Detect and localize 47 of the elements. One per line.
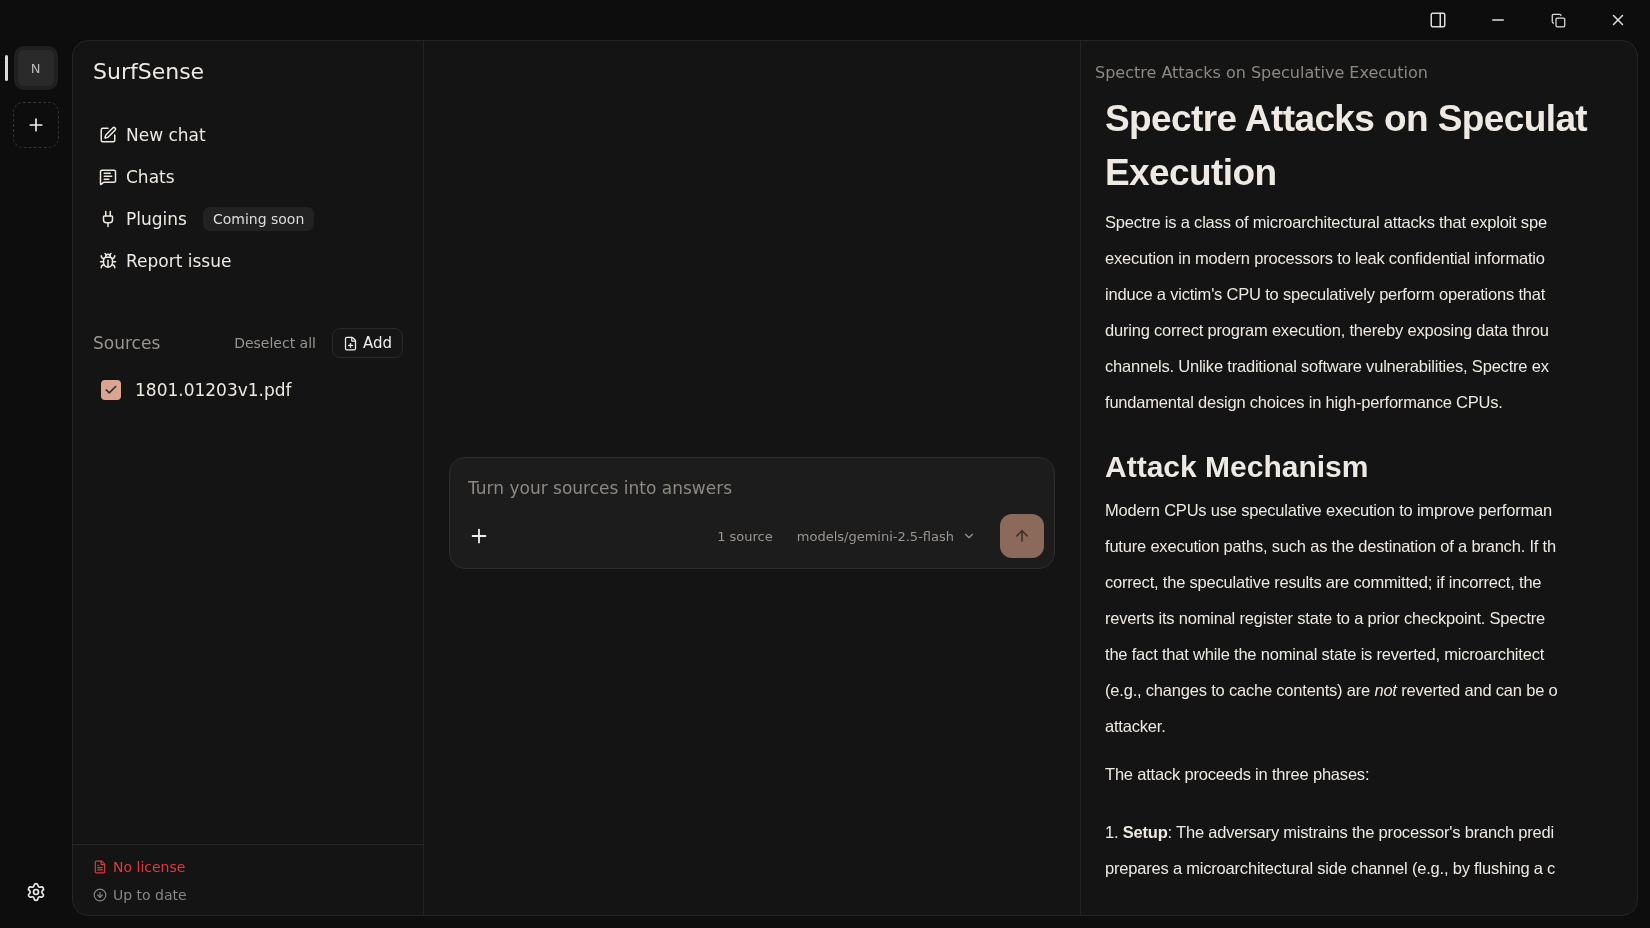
badge: Coming soon [202,207,315,231]
paragraph-line: (e.g., changes to cache contents) are not reverted and can be o [1105,680,1559,701]
paragraph-line: 1. Setup: The adversary mistrains the processor's branch predi [1105,822,1555,843]
paragraph-line: during correct program execution, thereby exposing data throu [1105,320,1550,341]
paragraph-line: the fact that while the nominal state is reverted, microarchitect [1105,644,1546,665]
document-title: Execution [1105,151,1278,195]
paragraph-line: reverts its nominal register state to a prior checkpoint. Spectre [1105,608,1547,629]
deselect-link[interactable]: Deselect all [228,334,322,352]
nav-item[interactable]: Chats [93,156,181,198]
status-text: Up to date [113,887,187,903]
paragraph-line: execution in modern processors to leak confidential informatio [1105,248,1546,269]
breadcrumb: Spectre Attacks on Speculative Execution [1095,63,1429,82]
app-name: SurfSense [93,59,206,84]
send-button[interactable] [1000,514,1044,558]
download-icon [93,888,107,902]
checkbox[interactable] [101,380,121,400]
document-icon [93,860,107,874]
message-input[interactable]: Turn your sources into answers [468,474,1044,502]
paragraph-line: The attack proceeds in three phases: [1105,764,1371,785]
paragraph-line: correct, the speculative results are committed; if incorrect, the [1105,572,1543,593]
paragraph-line: attacker. [1105,716,1167,737]
workspace-button[interactable]: N [13,46,58,90]
chat-bubble-icon [99,168,117,186]
paragraph-line: Modern CPUs use speculative execution to improve performan [1105,500,1553,521]
paragraph-line: induce a victim's CPU to speculatively perform operations that [1105,284,1547,305]
paragraph-line: Spectre is a class of microarchitectural attacks that exploit spe [1105,212,1548,233]
add-workspace-button[interactable] [13,102,59,148]
nav-item[interactable]: Report issue [93,240,238,282]
status-text: No license [113,859,186,875]
source-count: 1 source [717,528,773,544]
check-icon [104,383,118,397]
bug-icon [99,252,117,270]
nav-item[interactable]: Plugins [93,198,193,240]
section-heading: Attack Mechanism [1105,450,1370,484]
paragraph-line: prepares a microarchitectural side channel (e.g., by flushing a c [1105,858,1557,879]
settings-icon[interactable] [26,882,46,902]
pen-square-icon [99,126,117,144]
model-selector[interactable]: models/gemini-2.5-flash [790,527,982,545]
paragraph-line: fundamental design choices in high-performance CPUs. [1105,392,1504,413]
section-label: Sources [93,333,162,353]
add-button[interactable]: Add [331,328,403,358]
source-name[interactable]: 1801.01203v1.pdf [135,380,292,400]
document-title: Spectre Attacks on Speculat [1105,97,1589,141]
nav-item[interactable]: New chat [93,114,212,156]
paragraph-line: channels. Unlike traditional software vulnerabilities, Spectre ex [1105,356,1550,377]
paragraph-line: future execution paths, such as the destination of a branch. If th [1105,536,1557,557]
file-plus-icon [342,335,358,351]
